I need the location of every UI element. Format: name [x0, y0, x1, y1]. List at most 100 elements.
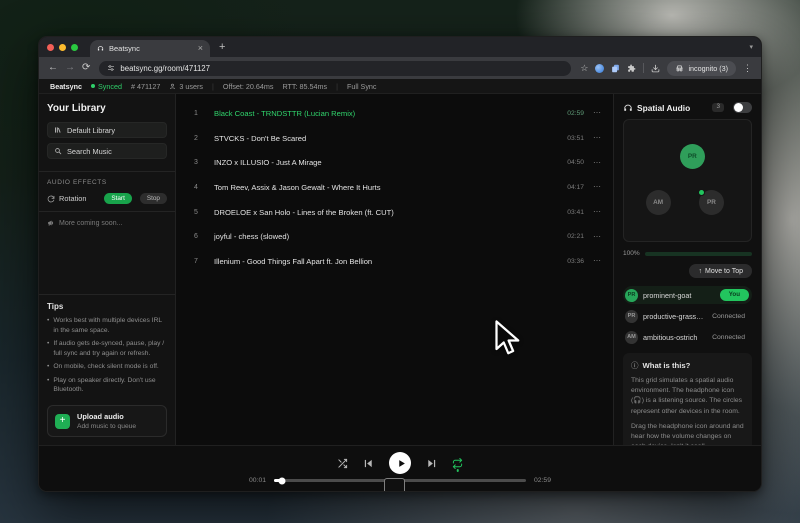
- track-title: Black Coast - TRNDSTTR (Lucian Remix): [214, 109, 557, 118]
- user-row[interactable]: PR productive-grassho... Connected: [623, 307, 752, 325]
- upload-audio-button[interactable]: + Upload audio Add music to queue: [47, 405, 167, 437]
- browser-window: Beatsync × + ▾ ← → ⟳ beatsync.gg/room/47…: [38, 36, 762, 492]
- statusbar-divider: |: [212, 82, 214, 91]
- track-title: joyful - chess (slowed): [214, 232, 557, 241]
- extensions-puzzle-icon[interactable]: [627, 64, 636, 73]
- desktop-background: Beatsync × + ▾ ← → ⟳ beatsync.gg/room/47…: [0, 0, 800, 523]
- track-row[interactable]: 2 STVCKS - Don't Be Scared 03:51 ⋯: [194, 126, 601, 151]
- track-menu-icon[interactable]: ⋯: [593, 109, 601, 117]
- track-row[interactable]: 1 Black Coast - TRNDSTTR (Lucian Remix) …: [194, 101, 601, 126]
- you-badge: You: [720, 289, 749, 300]
- volume-bar[interactable]: [645, 252, 752, 256]
- volume-percent: 100%: [623, 250, 640, 257]
- track-title: Illenium - Good Things Fall Apart ft. Jo…: [214, 257, 557, 266]
- tab-groups-icon[interactable]: [611, 64, 620, 73]
- track-menu-icon[interactable]: ⋯: [593, 257, 601, 265]
- back-icon[interactable]: ←: [48, 63, 58, 73]
- total-time: 02:59: [534, 477, 551, 484]
- bookmark-star-icon[interactable]: ☆: [580, 63, 588, 74]
- incognito-icon: [675, 64, 684, 73]
- user-row[interactable]: PR prominent-goat You: [623, 286, 752, 304]
- track-duration: 04:50: [567, 159, 584, 166]
- repeat-active-dot: [456, 469, 459, 472]
- url-text: beatsync.gg/room/471127: [120, 64, 210, 73]
- up-arrow-icon: ↑: [698, 268, 702, 275]
- connected-status: Connected: [712, 334, 749, 341]
- tip-item: •Play on speaker directly. Don't use Blu…: [47, 376, 167, 395]
- bottom-center-handle: [384, 478, 405, 491]
- forward-icon[interactable]: →: [65, 63, 75, 73]
- track-menu-icon[interactable]: ⋯: [593, 134, 601, 142]
- info-icon: ⓘ: [631, 360, 639, 371]
- rotation-stop-button[interactable]: Stop: [140, 193, 167, 204]
- full-sync-button[interactable]: Full Sync: [347, 82, 377, 91]
- track-menu-icon[interactable]: ⋯: [593, 208, 601, 216]
- reload-icon[interactable]: ⟳: [82, 63, 90, 73]
- sync-dot-icon: [91, 84, 95, 88]
- headphones-icon: [623, 103, 633, 113]
- site-settings-icon[interactable]: [107, 64, 115, 72]
- tab-favicon-icon: [97, 45, 104, 52]
- upload-subtitle: Add music to queue: [77, 423, 136, 430]
- repeat-button[interactable]: [452, 458, 463, 469]
- shuffle-button[interactable]: [337, 458, 348, 469]
- tab-close-icon[interactable]: ×: [198, 44, 203, 53]
- move-to-top-button[interactable]: ↑ Move to Top: [689, 264, 752, 278]
- browser-tab-beatsync[interactable]: Beatsync ×: [90, 40, 210, 57]
- search-music-label: Search Music: [67, 147, 112, 156]
- window-close-button[interactable]: [47, 44, 54, 51]
- new-tab-button[interactable]: +: [219, 42, 225, 53]
- track-number: 2: [194, 135, 204, 142]
- spatial-node-self[interactable]: PR: [680, 144, 705, 169]
- track-row[interactable]: 6 joyful - chess (slowed) 02:21 ⋯: [194, 224, 601, 249]
- window-zoom-button[interactable]: [71, 44, 78, 51]
- room-number[interactable]: # 471127: [131, 82, 160, 91]
- track-menu-icon[interactable]: ⋯: [593, 159, 601, 167]
- track-title: STVCKS - Don't Be Scared: [214, 134, 557, 143]
- search-music-button[interactable]: Search Music: [47, 143, 167, 159]
- spatial-audio-toggle[interactable]: [733, 102, 752, 113]
- tab-list-chevron-icon[interactable]: ▾: [749, 43, 753, 51]
- user-name: productive-grassho...: [643, 312, 707, 321]
- user-row[interactable]: AM ambitious-ostrich Connected: [623, 328, 752, 346]
- browser-toolbar: ← → ⟳ beatsync.gg/room/471127 ☆: [39, 57, 761, 79]
- window-controls: [47, 44, 78, 51]
- users-count: 3 users: [169, 82, 203, 91]
- incognito-badge[interactable]: incognito (3): [667, 61, 736, 76]
- tips-heading: Tips: [47, 302, 167, 311]
- rotation-label: Rotation: [59, 194, 87, 203]
- track-number: 4: [194, 184, 204, 191]
- track-menu-icon[interactable]: ⋯: [593, 183, 601, 191]
- rtt-value: RTT: 85.54ms: [282, 82, 327, 91]
- window-minimize-button[interactable]: [59, 44, 66, 51]
- browser-menu-icon[interactable]: ⋮: [743, 63, 752, 74]
- address-bar[interactable]: beatsync.gg/room/471127: [99, 61, 571, 76]
- track-number: 3: [194, 159, 204, 166]
- audio-effects-heading: AUDIO EFFECTS: [47, 179, 167, 186]
- next-track-button[interactable]: [426, 458, 437, 469]
- previous-track-button[interactable]: [363, 458, 374, 469]
- track-duration: 04:17: [567, 184, 584, 191]
- extension-icon[interactable]: [595, 64, 604, 73]
- spatial-node-peer[interactable]: AM: [646, 190, 671, 215]
- track-row[interactable]: 7 Illenium - Good Things Fall Apart ft. …: [194, 249, 601, 274]
- track-title: DROELOE x San Holo - Lines of the Broken…: [214, 208, 557, 217]
- spatial-node-peer[interactable]: PR: [699, 190, 724, 215]
- downloads-icon[interactable]: [651, 64, 660, 73]
- spatial-audio-title: Spatial Audio: [637, 103, 690, 113]
- track-queue: 1 Black Coast - TRNDSTTR (Lucian Remix) …: [176, 94, 613, 445]
- track-number: 6: [194, 233, 204, 240]
- rotation-start-button[interactable]: Start: [104, 193, 132, 204]
- rotation-effect-row: Rotation Start Stop: [47, 193, 167, 204]
- user-name: prominent-goat: [643, 291, 715, 300]
- track-menu-icon[interactable]: ⋯: [593, 233, 601, 241]
- megaphone-icon: [47, 219, 55, 227]
- track-row[interactable]: 4 Tom Reev, Assix & Jason Gewalt - Where…: [194, 175, 601, 200]
- track-row[interactable]: 3 INZO x ILLUSIO - Just A Mirage 04:50 ⋯: [194, 150, 601, 175]
- play-button[interactable]: [389, 452, 411, 474]
- seek-knob[interactable]: [278, 477, 285, 484]
- track-row[interactable]: 5 DROELOE x San Holo - Lines of the Brok…: [194, 200, 601, 225]
- spatial-grid[interactable]: PR AM PR: [623, 119, 752, 242]
- default-library-button[interactable]: Default Library: [47, 122, 167, 138]
- player-bar: 00:01 02:59: [39, 445, 761, 491]
